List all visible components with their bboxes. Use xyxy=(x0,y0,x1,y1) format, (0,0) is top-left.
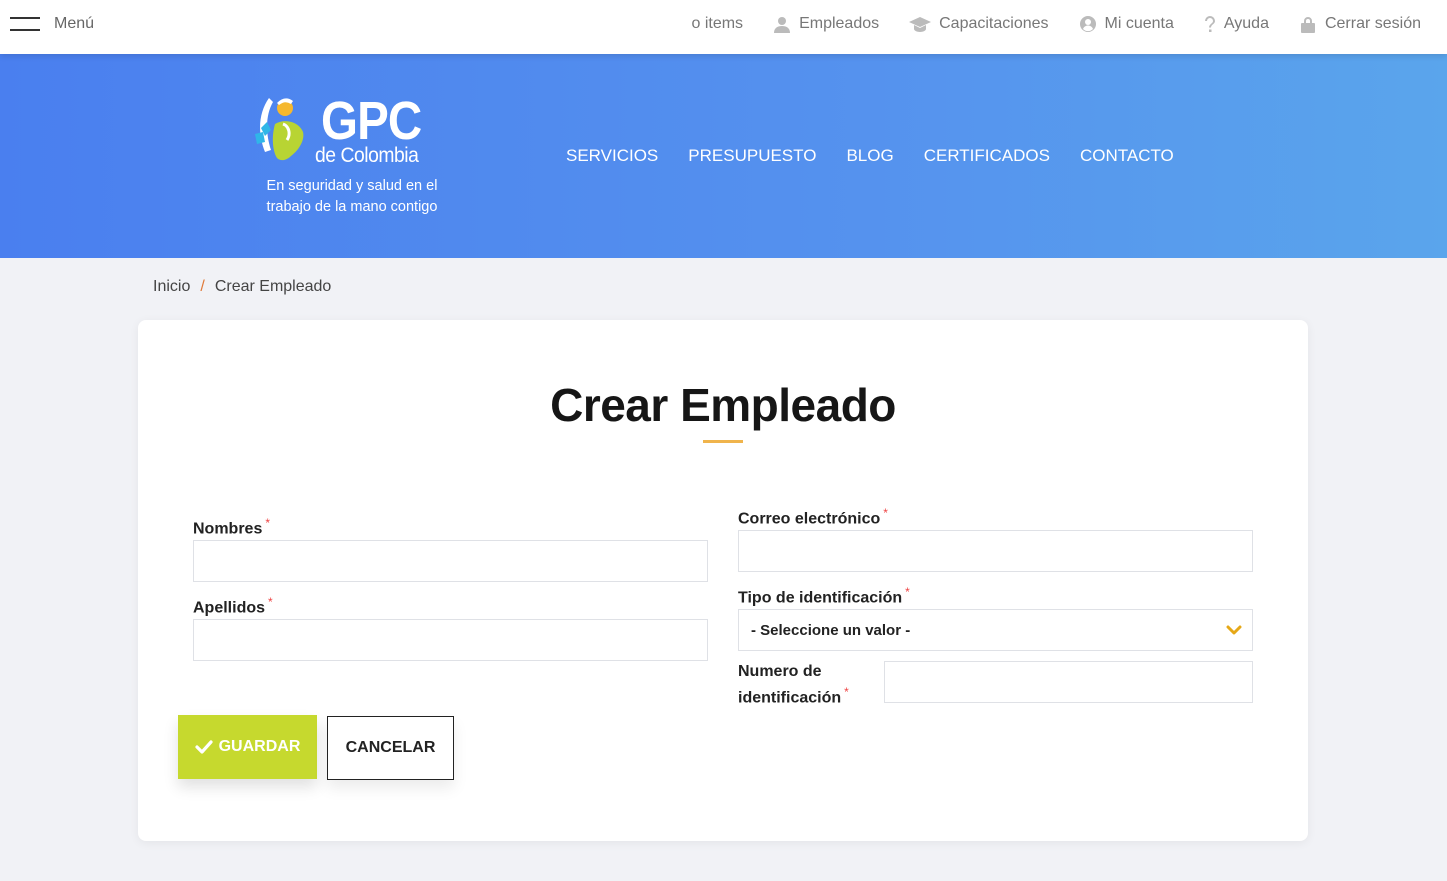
check-icon xyxy=(195,740,213,754)
apellidos-input[interactable] xyxy=(193,619,708,661)
logo-word: GPC xyxy=(321,91,422,151)
numero-identificacion-input[interactable] xyxy=(884,661,1253,703)
user-circle-icon xyxy=(1079,15,1097,33)
logo-subtitle: de Colombia xyxy=(315,144,419,167)
page-title: Crear Empleado xyxy=(550,379,896,431)
ayuda-label: Ayuda xyxy=(1223,15,1269,32)
capacitaciones-link[interactable]: Capacitaciones xyxy=(909,15,1049,33)
cart-items-link[interactable]: o items xyxy=(691,15,743,33)
top-links: o items Empleados Capacitaciones Mi cuen… xyxy=(691,12,1421,36)
correo-label: Correo electrónico * xyxy=(738,506,888,528)
tipo-identificacion-value: - Seleccione un valor - xyxy=(751,621,911,639)
ayuda-link[interactable]: Ayuda xyxy=(1204,15,1269,33)
breadcrumb-separator: / xyxy=(200,278,205,295)
empleados-link[interactable]: Empleados xyxy=(773,15,879,33)
cancelar-button[interactable]: CANCELAR xyxy=(327,716,454,780)
tipo-identificacion-label: Tipo de identificación * xyxy=(738,585,910,607)
nav-blog[interactable]: BLOG xyxy=(846,146,893,166)
top-bar: Menú o items Empleados Capacitaciones Mi… xyxy=(0,0,1447,54)
breadcrumb: Inicio / Crear Empleado xyxy=(153,278,331,296)
mi-cuenta-label: Mi cuenta xyxy=(1104,15,1174,32)
nav-presupuesto[interactable]: PRESUPUESTO xyxy=(688,146,816,166)
tipo-identificacion-select[interactable]: - Seleccione un valor - xyxy=(738,609,1253,651)
site-logo[interactable]: GPC de Colombia xyxy=(253,94,453,174)
menu-label: Menú xyxy=(54,15,95,32)
nav-contacto[interactable]: CONTACTO xyxy=(1080,146,1174,166)
title-underline xyxy=(703,440,743,443)
cerrar-sesion-label: Cerrar sesión xyxy=(1324,15,1421,32)
breadcrumb-home[interactable]: Inicio xyxy=(153,278,190,296)
nombres-input[interactable] xyxy=(193,540,708,582)
cart-items-label: o items xyxy=(691,15,744,32)
nav-certificados[interactable]: CERTIFICADOS xyxy=(924,146,1050,166)
nombres-label: Nombres * xyxy=(193,516,271,538)
site-tagline: En seguridad y salud en el trabajo de la… xyxy=(266,178,438,215)
guardar-button[interactable]: GUARDAR xyxy=(178,715,317,779)
numero-identificacion-label: Numero de identificación * xyxy=(738,663,849,707)
hamburger-icon xyxy=(10,17,40,31)
menu-toggle[interactable]: Menú xyxy=(10,12,94,36)
empleados-label: Empleados xyxy=(799,15,880,32)
logo-figure-icon xyxy=(255,98,304,161)
form-card: Crear Empleado Nombres * Apellidos * Corre… xyxy=(138,320,1308,841)
cancelar-label: CANCELAR xyxy=(345,739,436,756)
graduation-cap-icon xyxy=(909,15,932,33)
site-header: GPC de Colombia En seguridad y salud en … xyxy=(0,54,1447,258)
question-icon xyxy=(1204,15,1216,33)
correo-input[interactable] xyxy=(738,530,1253,572)
chevron-down-icon xyxy=(1226,625,1242,635)
user-icon xyxy=(773,15,791,33)
capacitaciones-label: Capacitaciones xyxy=(939,15,1049,32)
guardar-label: GUARDAR xyxy=(218,738,301,755)
mi-cuenta-link[interactable]: Mi cuenta xyxy=(1079,15,1174,33)
breadcrumb-current: Crear Empleado xyxy=(214,278,332,295)
nav-servicios[interactable]: SERVICIOS xyxy=(566,146,658,166)
cerrar-sesion-link[interactable]: Cerrar sesión xyxy=(1299,15,1421,33)
apellidos-label: Apellidos * xyxy=(193,595,273,617)
main-nav: SERVICIOS PRESUPUESTO BLOG CERTIFICADOS … xyxy=(566,146,1204,166)
lock-icon xyxy=(1299,15,1317,33)
